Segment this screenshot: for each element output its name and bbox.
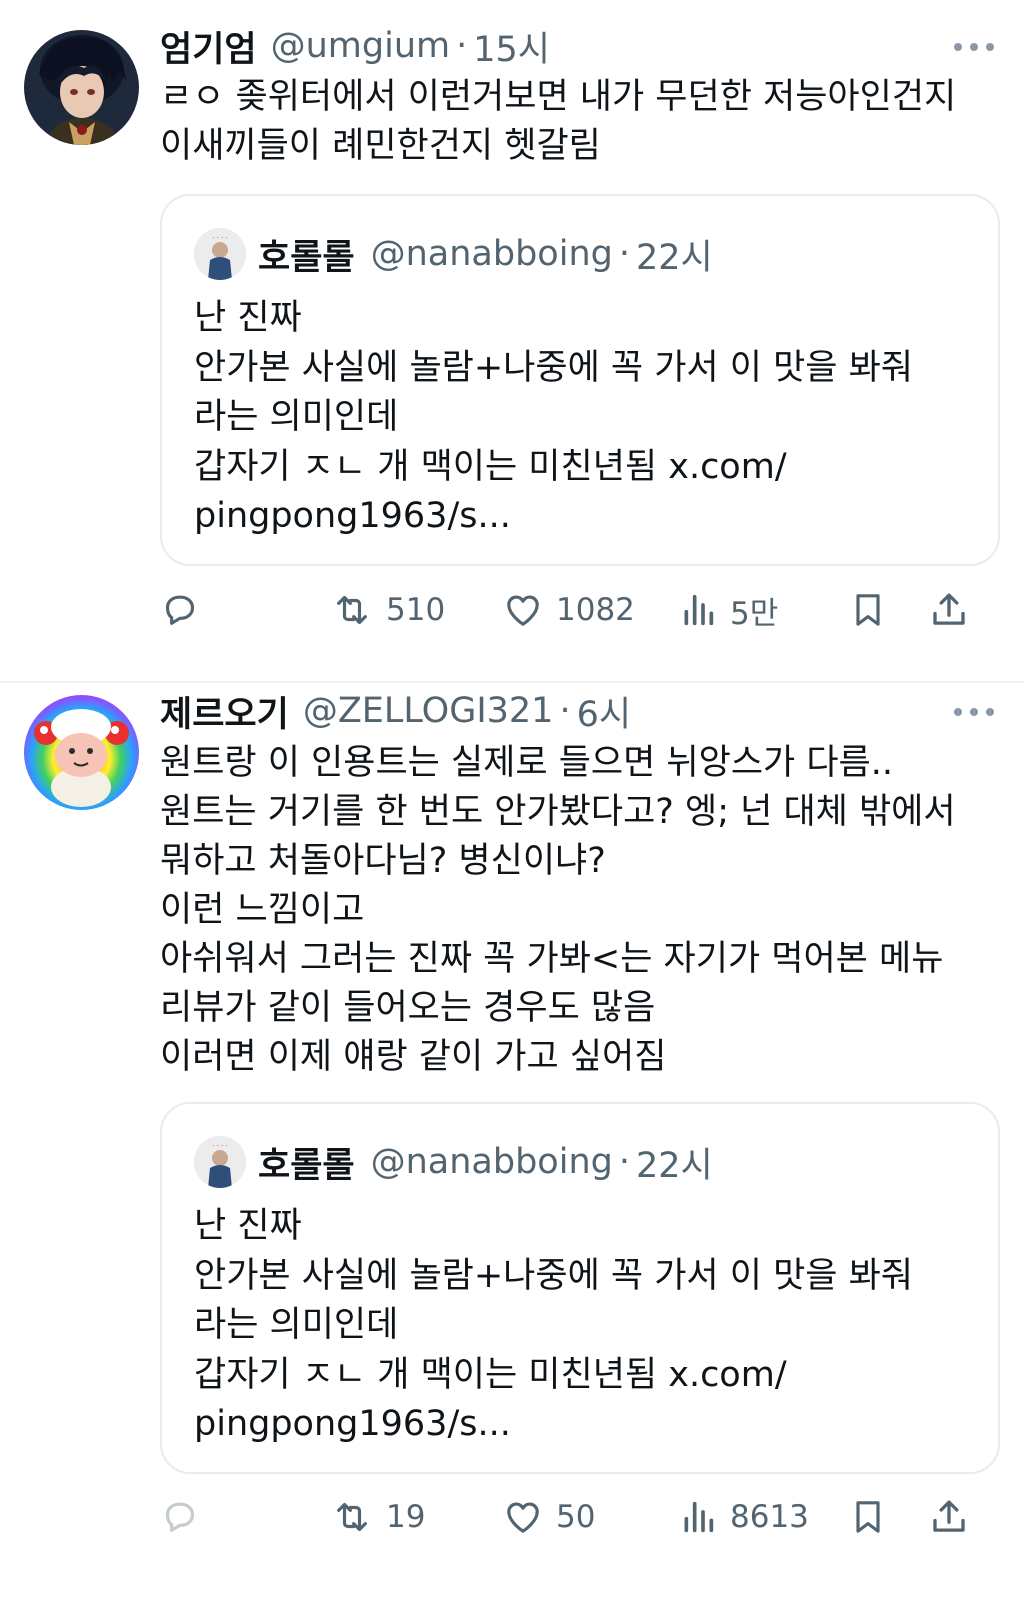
quote-display-name: 호롤롤: [258, 237, 355, 278]
tweet-header: 제르오기 @ZELLOGI321 · 6시: [160, 685, 970, 737]
tweet-header: 엄기엄 @umgium · 15시: [160, 20, 970, 72]
reply-icon: [165, 1502, 195, 1532]
tweet-text-line: 이러면 이제 얘랑 같이 가고 싶어짐: [160, 1037, 667, 1077]
views-button[interactable]: 5만: [678, 582, 778, 638]
avatar[interactable]: [24, 30, 139, 145]
bookmark-button[interactable]: [848, 582, 888, 638]
bookmark-icon: [856, 1501, 880, 1533]
tweet-text-line: ㄹㅇ 좆위터에서 이런거보면 내가 무던한 저능아인건지: [160, 77, 957, 117]
display-name[interactable]: 제르오기: [160, 686, 289, 737]
like-count: 1082: [556, 592, 635, 628]
share-icon: [933, 593, 965, 625]
views-icon: [684, 594, 714, 626]
tweet-text: 원트랑 이 인용트는 실제로 들으면 뉘앙스가 다름.. 원트는 거기를 한 번…: [160, 739, 990, 1082]
share-icon: [933, 1500, 965, 1532]
quote-display-name: 호롤롤: [258, 1145, 355, 1186]
user-handle[interactable]: @umgium: [271, 26, 451, 66]
tweet-text-line: 아쉬워서 그러는 진짜 꼭 가봐<는 자기가 먹어본 메뉴: [160, 939, 944, 979]
quote-timestamp: 22시: [635, 237, 713, 278]
retweet-icon: [337, 1502, 367, 1532]
quote-tweet[interactable]: · · · · 호롤롤 @nanabboing · 22시 난 진짜 안가본 사…: [160, 194, 1000, 566]
like-count: 50: [556, 1499, 596, 1535]
quote-header: 호롤롤 @nanabboing · 22시: [258, 226, 713, 282]
retweet-icon: [337, 595, 367, 625]
tweet-text-line: 이런 느낌이고: [160, 890, 365, 930]
retweet-count: 19: [386, 1499, 426, 1535]
quote-tweet[interactable]: · · · · 호롤롤 @nanabboing · 22시 난 진짜 안가본 사…: [160, 1102, 1000, 1474]
views-button[interactable]: 8613: [678, 1489, 809, 1545]
more-icon[interactable]: [954, 697, 994, 727]
quote-text-line: 난 진짜: [194, 1206, 302, 1246]
quote-user-handle: @nanabboing: [370, 234, 613, 274]
user-handle[interactable]: @ZELLOGI321: [303, 691, 554, 731]
tweet-text-line: 리뷰가 같이 들어오는 경우도 많음: [160, 988, 656, 1028]
tweet-text-line: 뭐하고 처돌아다님? 병신이냐?: [160, 841, 606, 881]
retweet-count: 510: [386, 592, 446, 628]
quote-user-handle: @nanabboing: [370, 1142, 613, 1182]
action-bar: 510 1082 5만: [160, 582, 1000, 638]
views-icon: [684, 1501, 714, 1533]
display-name[interactable]: 엄기엄: [160, 21, 257, 72]
tweet[interactable]: 제르오기 @ZELLOGI321 · 6시 원트랑 이 인용트는 실제로 들으면…: [0, 683, 1024, 1611]
view-count: 8613: [730, 1499, 809, 1535]
svg-text:· · · ·: · · · ·: [212, 1142, 228, 1150]
like-icon: [507, 595, 539, 626]
quote-text-line[interactable]: pingpong1963/s...: [194, 492, 974, 542]
quote-header: 호롤롤 @nanabboing · 22시: [258, 1134, 713, 1190]
quote-text: 난 진짜 안가본 사실에 놀람+나중에 꼭 가서 이 맛을 봐줘 라는 의미인데…: [194, 294, 974, 542]
quote-avatar: · · · ·: [194, 1136, 246, 1188]
quote-text-line: 라는 의미인데: [194, 1305, 399, 1345]
reply-button[interactable]: [160, 1489, 200, 1545]
share-button[interactable]: [928, 582, 970, 638]
like-icon: [507, 1502, 539, 1533]
quote-text-line: 난 진짜: [194, 298, 302, 338]
separator-dot: ·: [618, 234, 630, 274]
quote-text-line[interactable]: pingpong1963/s...: [194, 1400, 974, 1450]
share-button[interactable]: [928, 1489, 970, 1545]
quote-text: 난 진짜 안가본 사실에 놀람+나중에 꼭 가서 이 맛을 봐줘 라는 의미인데…: [194, 1202, 974, 1450]
quote-text-line: 안가본 사실에 놀람+나중에 꼭 가서 이 맛을 봐줘: [194, 347, 914, 388]
timestamp[interactable]: 15시: [473, 21, 550, 72]
separator-dot: ·: [456, 26, 468, 66]
timestamp[interactable]: 6시: [577, 686, 631, 737]
tweet-text-line: 이새끼들이 례민한건지 헷갈림: [160, 126, 601, 166]
quote-text-line[interactable]: 갑자기 ㅈㄴ 개 맥이는 미친년됨 x.com/: [194, 1351, 974, 1401]
quote-text-line: 라는 의미인데: [194, 397, 399, 437]
like-button[interactable]: 1082: [502, 582, 635, 638]
like-button[interactable]: 50: [502, 1489, 595, 1545]
bookmark-button[interactable]: [848, 1489, 888, 1545]
tweet-text-line: 원트랑 이 인용트는 실제로 들으면 뉘앙스가 다름..: [160, 743, 894, 783]
action-bar: 19 50 8613: [160, 1489, 1000, 1545]
separator-dot: ·: [618, 1142, 630, 1182]
retweet-button[interactable]: 510: [330, 582, 445, 638]
separator-dot: ·: [559, 691, 571, 731]
tweet-text: ㄹㅇ 좆위터에서 이런거보면 내가 무던한 저능아인건지 이새끼들이 례민한건지…: [160, 73, 990, 171]
svg-text:· · · ·: · · · ·: [212, 234, 228, 242]
more-icon[interactable]: [954, 32, 994, 62]
quote-text-line[interactable]: 갑자기 ㅈㄴ 개 맥이는 미친년됨 x.com/: [194, 443, 974, 493]
tweet[interactable]: 엄기엄 @umgium · 15시 ㄹㅇ 좆위터에서 이런거보면 내가 무던한 …: [0, 0, 1024, 682]
retweet-button[interactable]: 19: [330, 1489, 425, 1545]
reply-button[interactable]: [160, 582, 200, 638]
avatar[interactable]: [24, 695, 139, 810]
quote-text-line: 안가본 사실에 놀람+나중에 꼭 가서 이 맛을 봐줘: [194, 1255, 914, 1296]
view-count: 5만: [730, 595, 779, 632]
reply-icon: [165, 595, 195, 625]
tweet-text-line: 원트는 거기를 한 번도 안가봤다고? 엥; 넌 대체 밖에서: [160, 792, 956, 832]
quote-avatar: · · · ·: [194, 228, 246, 280]
quote-timestamp: 22시: [635, 1145, 713, 1186]
bookmark-icon: [856, 594, 880, 626]
